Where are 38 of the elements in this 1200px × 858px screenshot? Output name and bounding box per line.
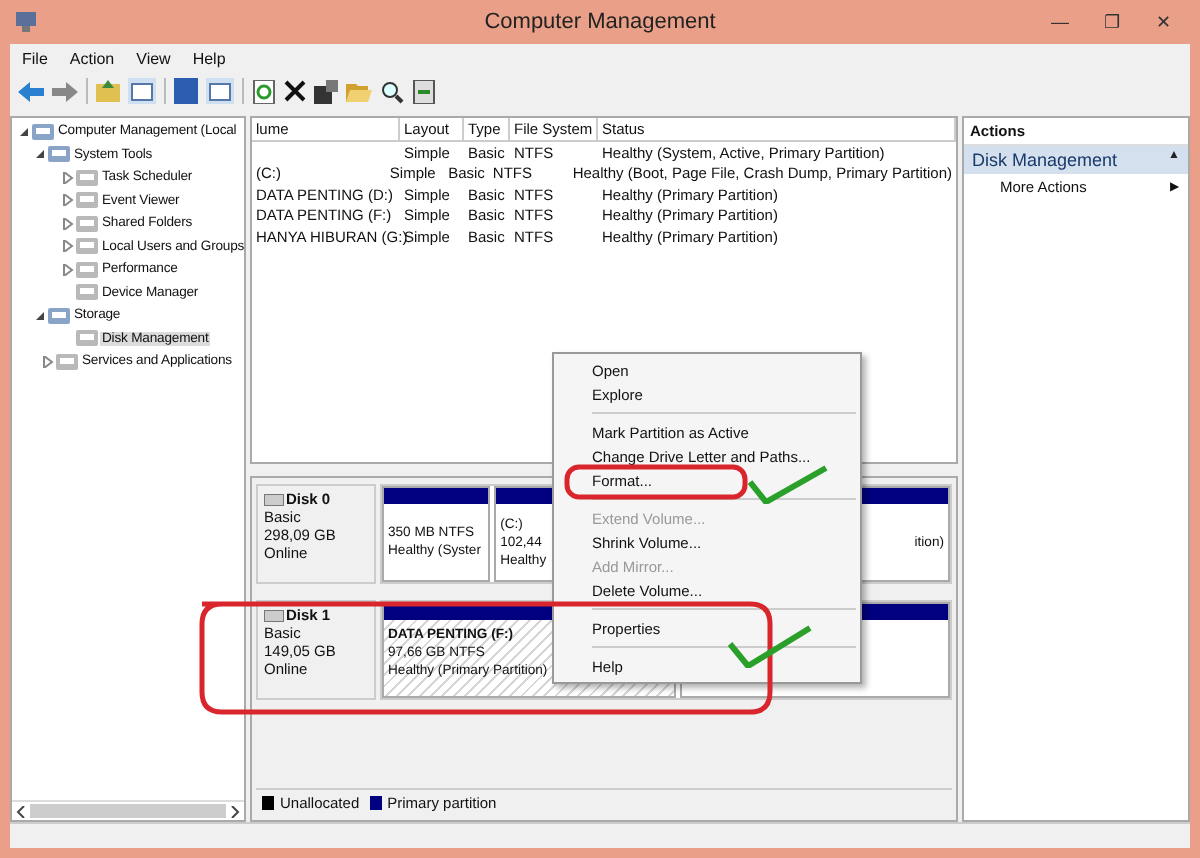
window-control-button[interactable]: ❐	[1086, 12, 1138, 32]
tree-node-icon	[32, 121, 54, 142]
tree-node-icon	[76, 190, 98, 211]
tree-node-icon	[48, 305, 70, 326]
menu-item[interactable]: Help	[192, 49, 226, 67]
window-control-button[interactable]: ✕	[1138, 12, 1190, 32]
tree-node-icon	[76, 259, 98, 280]
forward-icon[interactable]	[52, 81, 78, 101]
menu-item[interactable]: File	[22, 49, 48, 67]
tree-node-icon	[76, 167, 98, 188]
expander-icon[interactable]	[32, 148, 46, 161]
tree-node-icon	[48, 144, 70, 165]
tree-node-icon	[76, 328, 98, 349]
menu-item[interactable]: View	[136, 49, 171, 67]
expander-icon[interactable]	[16, 125, 30, 138]
tree-node-icon	[76, 282, 98, 303]
tree-node-icon	[76, 213, 98, 234]
refresh-icon[interactable]	[252, 79, 276, 103]
check-mark-icon	[748, 464, 828, 504]
menu-item[interactable]: Action	[69, 49, 115, 67]
scroll-left-icon[interactable]	[16, 805, 26, 817]
window-control-button[interactable]: —	[1034, 12, 1086, 32]
console-tree-icon[interactable]	[128, 78, 156, 104]
expander-icon[interactable]	[32, 309, 46, 322]
check-mark-icon	[728, 624, 812, 668]
tree-node-icon	[76, 236, 98, 257]
search-icon[interactable]	[380, 79, 404, 103]
back-icon[interactable]	[18, 81, 44, 101]
scroll-right-icon[interactable]	[230, 805, 240, 817]
properties-icon[interactable]	[314, 79, 338, 103]
export-icon[interactable]	[412, 79, 436, 103]
folder-up-icon[interactable]	[96, 80, 120, 102]
scrollbar-thumb[interactable]	[30, 804, 226, 818]
computer-icon	[14, 10, 38, 34]
tree-node-icon	[56, 351, 78, 372]
window-title: Computer Management	[484, 10, 716, 34]
action-pane-icon[interactable]	[206, 78, 234, 104]
delete-icon[interactable]	[284, 80, 306, 102]
